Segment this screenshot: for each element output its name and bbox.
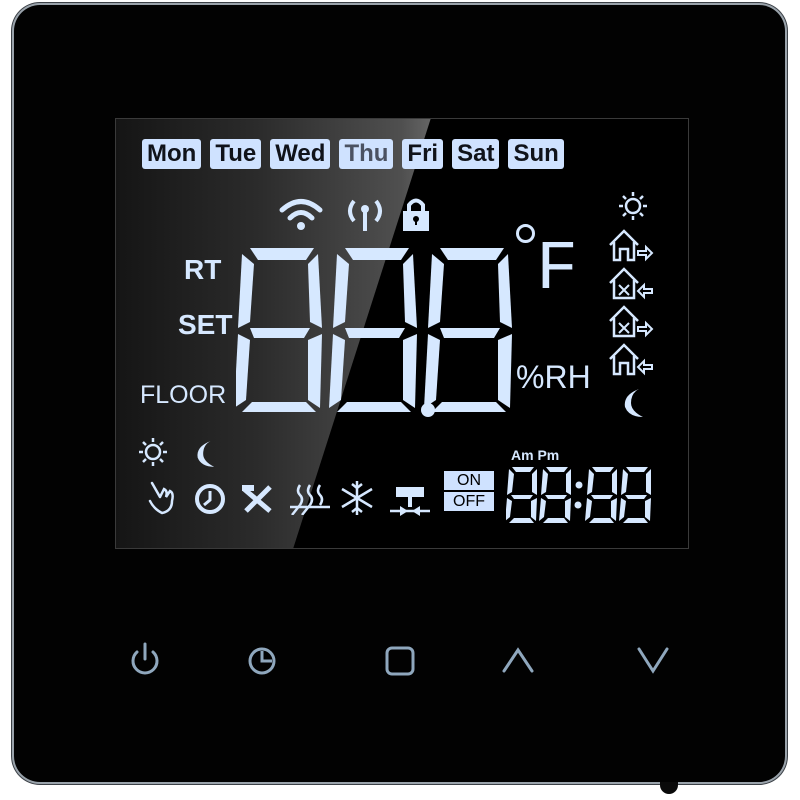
on-label: ON — [444, 471, 494, 490]
house-leave-icon — [609, 229, 654, 262]
lock-icon — [403, 198, 429, 231]
am-pm-indicator: Am Pm — [511, 447, 559, 463]
valve-icon — [390, 487, 430, 516]
clock-colon-top — [575, 481, 583, 489]
manual-hand-icon — [148, 481, 174, 515]
digit-3 — [424, 248, 512, 412]
day-tue: Tue — [210, 139, 262, 169]
snowflake-icon — [341, 481, 373, 515]
clock-digit-3 — [585, 467, 617, 523]
down-button[interactable] — [633, 640, 673, 680]
clock-icon — [195, 484, 225, 514]
mode-button[interactable] — [380, 640, 420, 680]
degree-symbol — [516, 224, 535, 243]
power-button[interactable] — [125, 640, 165, 680]
clock-pie-icon — [248, 647, 276, 675]
day-fri: Fri — [402, 139, 444, 169]
day-wed: Wed — [270, 139, 331, 169]
day-mon: Mon — [142, 139, 202, 169]
day-thu: Thu — [339, 139, 394, 169]
fahrenheit-unit: F — [536, 231, 579, 310]
room-temp-label: RT — [184, 254, 222, 285]
house-meal-leave-icon — [609, 305, 654, 338]
house-return-icon — [609, 343, 653, 376]
floor-temp-label: FLOOR — [140, 381, 227, 409]
power-icon — [131, 642, 159, 675]
comfort-sun-icon — [139, 438, 167, 466]
off-label: OFF — [444, 492, 494, 511]
schedule-button[interactable] — [242, 640, 282, 680]
tools-icon — [242, 485, 272, 513]
clock-digit-4 — [619, 467, 651, 523]
day-sat: Sat — [452, 139, 500, 169]
wifi-icon — [279, 199, 323, 230]
humidity-unit: %RH — [516, 359, 591, 395]
moon-icon — [624, 389, 643, 417]
am-label: Am — [511, 447, 534, 463]
chevron-down-icon — [637, 647, 669, 674]
digit-1 — [236, 248, 322, 412]
digit-2 — [329, 248, 417, 412]
house-meal-return-icon — [609, 267, 653, 300]
economy-moon-icon — [197, 441, 215, 467]
pm-label: Pm — [537, 447, 560, 463]
day-sun: Sun — [508, 139, 564, 169]
clock-digit-2 — [539, 467, 571, 523]
on-off-indicator: ON OFF — [444, 471, 494, 513]
clock-digit-1 — [506, 467, 537, 523]
temperature-sensor — [660, 782, 678, 794]
main-temperature-display — [236, 248, 512, 417]
square-icon — [385, 646, 415, 676]
clock-colon-bottom — [574, 501, 582, 509]
chevron-up-icon — [502, 647, 534, 673]
clock-display — [506, 467, 651, 523]
lcd-screen: Mon Tue Wed Thu Fri Sat Sun RT SET FLOOR — [115, 118, 689, 549]
up-button[interactable] — [498, 640, 538, 680]
sun-icon — [619, 192, 647, 220]
weekday-row: Mon Tue Wed Thu Fri Sat Sun — [142, 139, 564, 169]
signal-antenna-icon — [348, 199, 382, 231]
floor-heating-icon — [290, 484, 330, 515]
set-temp-label: SET — [178, 309, 233, 340]
